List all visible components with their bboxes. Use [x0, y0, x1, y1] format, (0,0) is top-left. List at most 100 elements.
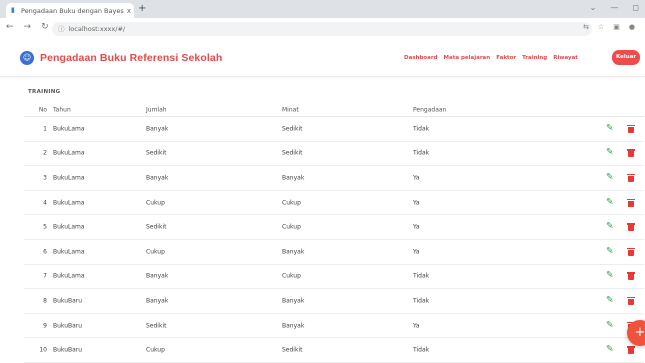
edit-pencil-icon[interactable]: ✎	[606, 296, 614, 305]
browser-tab[interactable]: ▮ Pengadaan Buku dengan Bayes x	[6, 3, 134, 18]
row-jumlah: Banyak	[146, 272, 169, 280]
row-pengadaan: Tidak	[413, 297, 430, 305]
trash-bin	[628, 225, 634, 232]
delete-trash-icon[interactable]	[627, 296, 635, 305]
table-row: 3 BukuLama Banyak Banyak Ya ✎	[24, 166, 644, 191]
column-header-minat: Minat	[282, 106, 299, 113]
logout-button[interactable]: Keluar	[612, 50, 640, 65]
forward-icon[interactable]: →	[24, 22, 32, 32]
trash-bin	[628, 151, 634, 158]
row-pengadaan: Ya	[413, 322, 420, 330]
row-number: 4	[43, 199, 47, 207]
browser-tab-bar: ▮ Pengadaan Buku dengan Bayes x + ⌄ — ◻	[0, 0, 645, 18]
row-jumlah: Cukup	[146, 248, 165, 256]
row-number: 3	[43, 174, 47, 182]
row-number: 7	[43, 272, 47, 280]
delete-trash-icon[interactable]	[627, 272, 635, 281]
app-logo-icon: ☺	[20, 51, 34, 65]
profile-icon[interactable]: ●	[629, 23, 635, 31]
reload-icon[interactable]: ↻	[41, 22, 49, 32]
browser-toolbar: ← → ↻ ⓘ localhost:xxxx/#/ ⇆ ☆ ▣ ●	[0, 18, 645, 41]
menu-item-mata-pelajaran[interactable]: Mata pelajaran	[444, 55, 491, 61]
app-title[interactable]: Pengadaan Buku Referensi Sekolah	[40, 52, 222, 64]
row-minat: Banyak	[282, 297, 305, 305]
table-row: 9 BukuBaru Sedikit Banyak Ya ✎	[24, 314, 644, 339]
edit-pencil-icon[interactable]: ✎	[606, 124, 614, 133]
edit-pencil-icon[interactable]: ✎	[606, 173, 614, 182]
table-row: 7 BukuLama Banyak Cukup Tidak ✎	[24, 265, 644, 290]
address-bar[interactable]: ⓘ localhost:xxxx/#/	[52, 22, 592, 36]
trash-bin	[628, 200, 634, 207]
row-jumlah: Banyak	[146, 125, 169, 133]
edit-pencil-icon[interactable]: ✎	[606, 247, 614, 256]
row-jumlah: Cukup	[146, 199, 165, 207]
back-icon[interactable]: ←	[6, 22, 14, 32]
table-row: 8 BukuBaru Banyak Banyak Tidak ✎	[24, 289, 644, 314]
row-pengadaan: Ya	[413, 199, 420, 207]
delete-trash-icon[interactable]	[627, 149, 635, 158]
row-tahun: BukuBaru	[53, 346, 83, 354]
column-header-tahun: Tahun	[53, 106, 71, 113]
row-tahun: BukuBaru	[53, 322, 83, 330]
minimize-icon[interactable]: —	[610, 3, 618, 12]
table-header: No Tahun Jumlah Minat Pengadaan	[24, 103, 644, 117]
delete-trash-icon[interactable]	[627, 198, 635, 207]
table-row: 2 BukuLama Sedikit Sedikit Tidak ✎	[24, 142, 644, 167]
row-tahun: BukuLama	[53, 174, 85, 182]
window-controls: ⌄ — ◻	[590, 3, 639, 12]
edit-pencil-icon[interactable]: ✎	[606, 345, 614, 355]
row-number: 9	[43, 322, 47, 330]
row-jumlah: Cukup	[146, 346, 165, 354]
table-body: 1 BukuLama Banyak Sedikit Tidak ✎ 2 BukuLama Sed…	[24, 117, 644, 363]
delete-trash-icon[interactable]	[627, 247, 635, 256]
row-tahun: BukuLama	[53, 272, 85, 280]
row-minat: Cukup	[282, 199, 301, 207]
training-table: No Tahun Jumlah Minat Pengadaan 1 BukuLam…	[24, 103, 644, 363]
row-jumlah: Sedikit	[146, 322, 167, 330]
menu-item-riwayat[interactable]: Riwayat	[553, 55, 578, 61]
toolbar-icons: ⇆ ☆ ▣ ●	[583, 23, 635, 31]
row-tahun: BukuLama	[53, 199, 85, 207]
url-text: localhost:xxxx/#/	[68, 25, 126, 33]
row-pengadaan: Ya	[413, 223, 420, 231]
edit-pencil-icon[interactable]: ✎	[606, 222, 614, 232]
bookmark-icon[interactable]: ☆	[598, 23, 604, 31]
edit-pencil-icon[interactable]: ✎	[606, 198, 614, 207]
row-tahun: BukuBaru	[53, 297, 83, 305]
share-icon[interactable]: ⇆	[583, 23, 589, 31]
row-minat: Banyak	[282, 248, 305, 256]
row-minat: Sedikit	[282, 125, 303, 133]
main-menu: Dashboard Mata pelajaran Faktor Training…	[404, 55, 578, 61]
restore-icon[interactable]: ◻	[632, 3, 639, 12]
browser-nav: ← → ↻	[6, 22, 49, 32]
row-tahun: BukuLama	[53, 125, 85, 133]
sidebar-icon[interactable]: ▣	[613, 23, 620, 31]
row-tahun: BukuLama	[53, 149, 85, 157]
row-tahun: BukuLama	[53, 248, 85, 256]
delete-trash-icon[interactable]	[627, 173, 635, 182]
edit-pencil-icon[interactable]: ✎	[606, 148, 614, 158]
menu-item-training[interactable]: Training	[522, 55, 547, 61]
delete-trash-icon[interactable]	[627, 346, 635, 355]
menu-item-dashboard[interactable]: Dashboard	[404, 55, 438, 61]
row-pengadaan: Ya	[413, 174, 420, 182]
site-info-icon[interactable]: ⓘ	[58, 25, 65, 33]
row-number: 8	[43, 297, 47, 305]
trash-bin	[628, 175, 634, 182]
row-minat: Sedikit	[282, 346, 303, 354]
table-row: 6 BukuLama Cukup Banyak Ya ✎	[24, 240, 644, 265]
edit-pencil-icon[interactable]: ✎	[606, 321, 614, 330]
tab-search-icon[interactable]: ⌄	[590, 3, 597, 12]
row-minat: Sedikit	[282, 149, 303, 157]
section-title: TRAINING	[28, 89, 61, 95]
row-pengadaan: Tidak	[413, 149, 430, 157]
menu-item-faktor[interactable]: Faktor	[496, 55, 516, 61]
delete-trash-icon[interactable]	[627, 124, 635, 133]
new-tab-button[interactable]: +	[138, 3, 146, 15]
edit-pencil-icon[interactable]: ✎	[606, 271, 614, 281]
delete-trash-icon[interactable]	[627, 223, 635, 232]
row-number: 1	[43, 125, 47, 133]
tab-close-icon[interactable]: x	[124, 7, 134, 15]
column-header-no: No	[38, 106, 47, 113]
row-minat: Banyak	[282, 174, 305, 182]
